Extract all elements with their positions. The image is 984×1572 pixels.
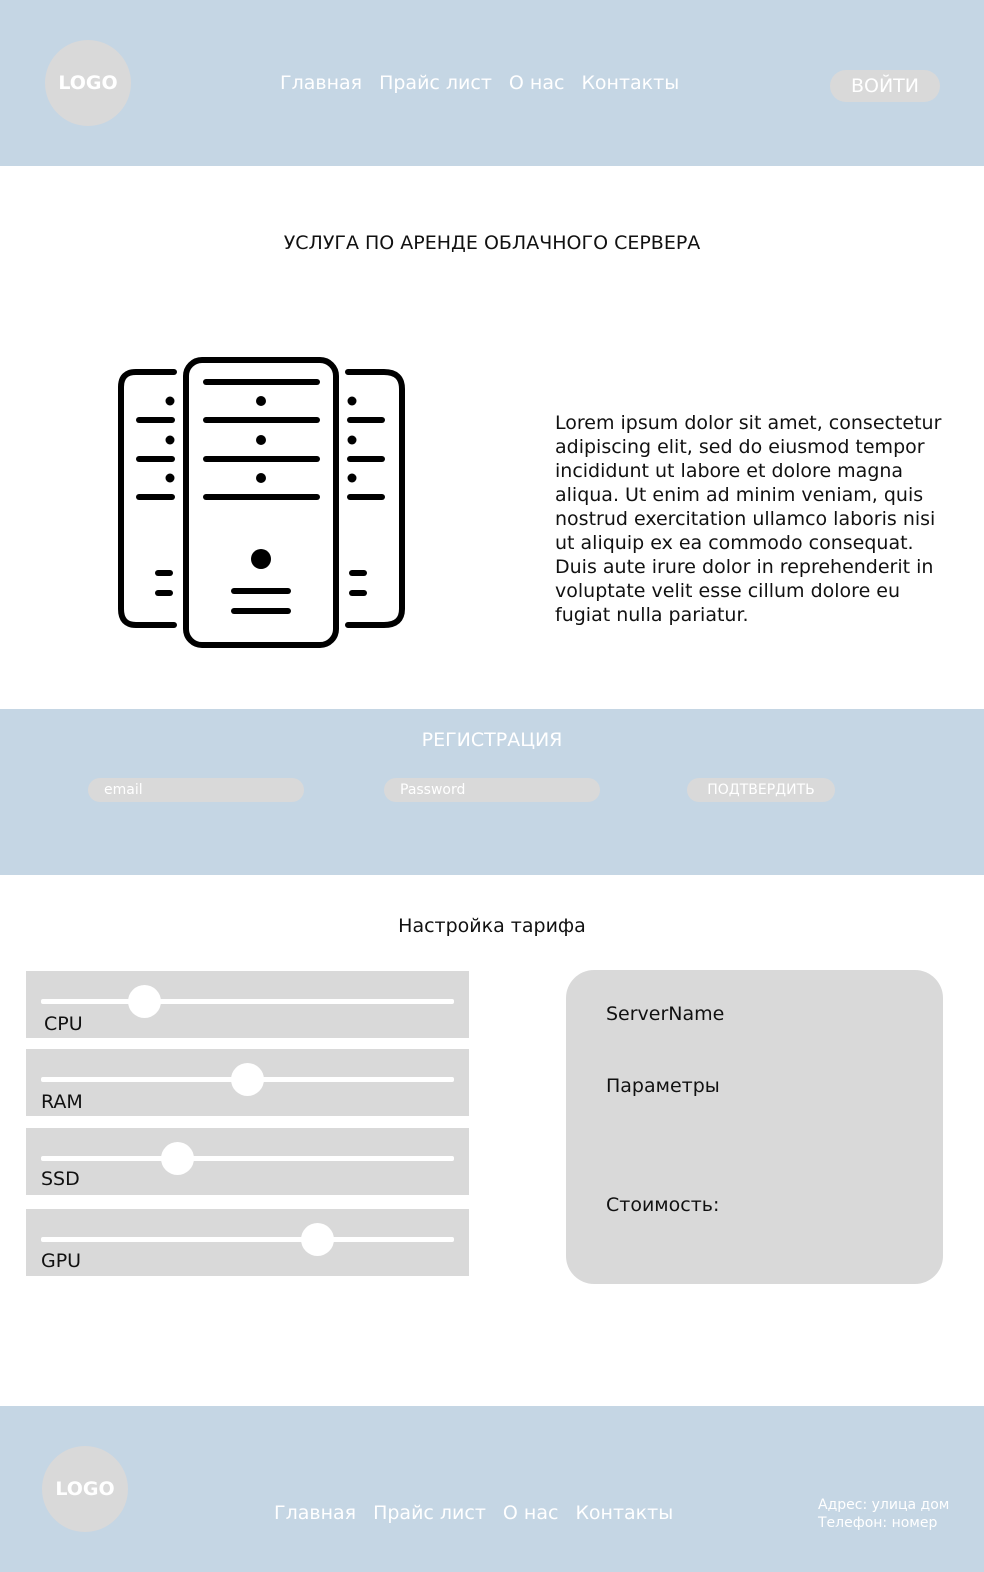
logo[interactable]: LOGO <box>45 40 131 126</box>
tariff-title: Настройка тарифа <box>398 915 586 937</box>
nav-home[interactable]: Главная <box>280 72 362 94</box>
address-text: Адрес: улица дом <box>818 1497 950 1513</box>
ssd-label: SSD <box>41 1168 80 1190</box>
parameters-label: Параметры <box>606 1075 720 1097</box>
cpu-slider-track[interactable] <box>41 999 454 1004</box>
gpu-label: GPU <box>41 1250 82 1272</box>
login-button[interactable]: ВОЙТИ <box>830 70 940 102</box>
ram-label: RAM <box>41 1091 83 1113</box>
gpu-slider-thumb[interactable] <box>301 1223 335 1256</box>
nav-about[interactable]: О нас <box>509 72 565 94</box>
footer: LOGO Главная Прайс лист О нас Контакты А… <box>0 1406 984 1572</box>
footer-nav-contacts[interactable]: Контакты <box>575 1502 673 1524</box>
tariff-summary-card: ServerName Параметры Стоимость: <box>566 970 943 1284</box>
gpu-slider-track[interactable] <box>41 1237 454 1242</box>
footer-nav-home[interactable]: Главная <box>274 1502 356 1524</box>
server-name: ServerName <box>606 1003 725 1025</box>
page-title: УСЛУГА ПО АРЕНДЕ ОБЛАЧНОГО СЕРВЕРА <box>283 232 701 254</box>
password-field[interactable] <box>384 778 600 802</box>
contact-info: Адрес: улица дом Телефон: номер <box>818 1496 949 1532</box>
cost-label: Стоимость: <box>606 1194 720 1216</box>
server-rack-icon <box>118 357 405 648</box>
main-nav: Главная Прайс лист О нас Контакты <box>280 72 679 94</box>
header: LOGO Главная Прайс лист О нас Контакты В… <box>0 0 984 166</box>
ssd-slider-thumb[interactable] <box>160 1142 194 1175</box>
phone-text: Телефон: номер <box>818 1515 938 1531</box>
hero-description: Lorem ipsum dolor sit amet, consectetur … <box>555 412 942 626</box>
ram-slider: RAM <box>26 1049 469 1116</box>
cpu-label: CPU <box>44 1013 83 1035</box>
gpu-slider: GPU <box>26 1209 469 1276</box>
email-field[interactable] <box>88 778 304 802</box>
nav-price-list[interactable]: Прайс лист <box>379 72 492 94</box>
footer-nav-about[interactable]: О нас <box>503 1502 559 1524</box>
cpu-slider-thumb[interactable] <box>127 985 161 1018</box>
registration-title: РЕГИСТРАЦИЯ <box>421 729 563 751</box>
footer-nav-price-list[interactable]: Прайс лист <box>373 1502 486 1524</box>
registration-section: РЕГИСТРАЦИЯ ПОДТВЕРДИТЬ <box>0 709 984 875</box>
ram-slider-thumb[interactable] <box>231 1063 264 1096</box>
ssd-slider: SSD <box>26 1128 469 1195</box>
footer-nav: Главная Прайс лист О нас Контакты <box>274 1502 673 1524</box>
ssd-slider-track[interactable] <box>41 1156 454 1161</box>
nav-contacts[interactable]: Контакты <box>581 72 679 94</box>
confirm-button[interactable]: ПОДТВЕРДИТЬ <box>687 778 835 802</box>
cpu-slider: CPU <box>26 971 469 1038</box>
footer-logo[interactable]: LOGO <box>42 1446 128 1532</box>
